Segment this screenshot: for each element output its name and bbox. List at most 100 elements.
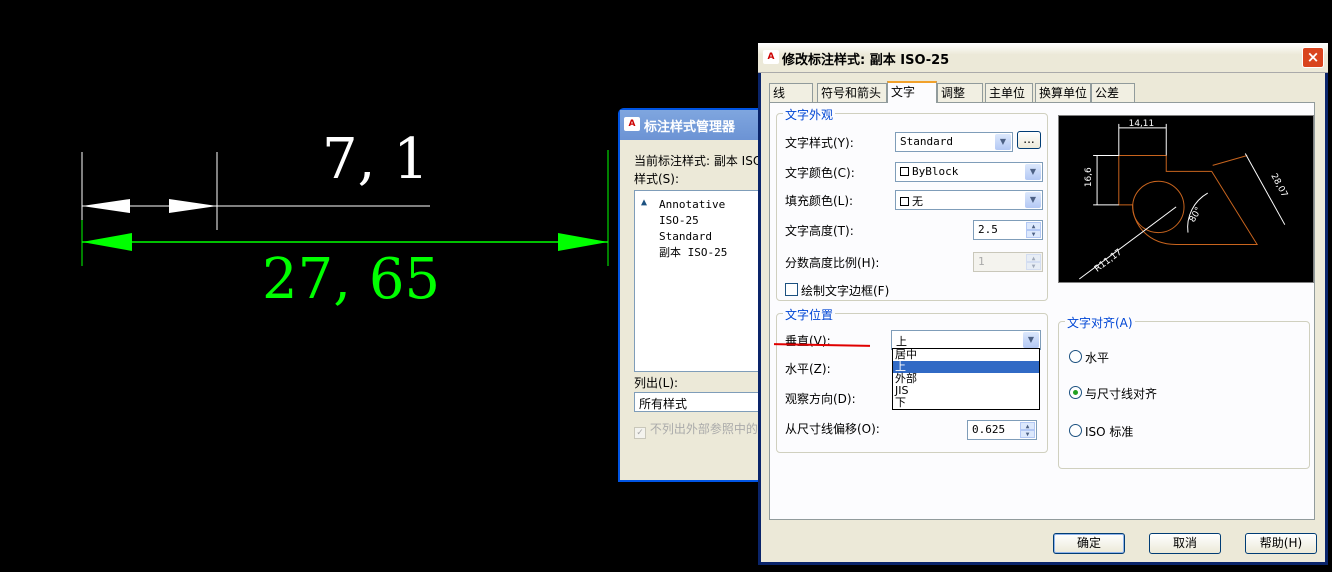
text-style-label: 文字样式(Y): (785, 136, 854, 150)
autocad-app-icon: A (763, 50, 779, 64)
fill-color-combo[interactable]: 无 ▼ (895, 190, 1043, 210)
fraction-scale-label: 分数高度比例(H): (785, 256, 880, 270)
preview-dim: R11,17 (1093, 248, 1124, 275)
fraction-scale-spinner: 1 ▲ ▼ (973, 252, 1043, 272)
chevron-down-icon: ▼ (1025, 164, 1041, 180)
align-iso-radio[interactable] (1069, 424, 1082, 437)
text-color-combo[interactable]: ByBlock ▼ (895, 162, 1043, 182)
draw-frame-label: 绘制文字边框(F) (801, 284, 890, 298)
style-item[interactable]: 副本 ISO-25 (659, 245, 773, 261)
text-placement-title: 文字位置 (783, 306, 836, 323)
text-color-value: ByBlock (912, 165, 959, 178)
tab-symbols-arrows[interactable]: 符号和箭头 (817, 83, 887, 102)
text-appearance-title: 文字外观 (783, 106, 836, 123)
text-alignment-title: 文字对齐(A) (1065, 314, 1135, 331)
dimension-style-manager-window: A 标注样式管理器 当前标注样式: 副本 ISO 样式(S): ▲ Annota… (618, 108, 774, 482)
cancel-button[interactable]: 取消 (1149, 533, 1221, 554)
text-alignment-group: 文字对齐(A) 水平 与尺寸线对齐 ISO 标准 (1058, 314, 1310, 469)
color-swatch-icon (900, 167, 909, 176)
tab-lines[interactable]: 线 (769, 83, 813, 102)
align-iso-label: ISO 标准 (1085, 425, 1134, 439)
text-height-label: 文字高度(T): (785, 224, 854, 238)
align-horizontal-radio[interactable] (1069, 350, 1082, 363)
style-item[interactable]: ISO-25 (659, 213, 773, 229)
offset-spinner[interactable]: 0.625 ▲ ▼ (967, 420, 1037, 440)
list-label: 列出(L): (634, 376, 679, 390)
text-tab-page: 文字外观 文字样式(Y): Standard ▼ ... 文字颜色(C): By… (769, 102, 1315, 520)
text-style-combo[interactable]: Standard ▼ (895, 132, 1013, 152)
align-horizontal-label: 水平 (1085, 351, 1110, 365)
spin-up-icon: ▲ (1026, 254, 1041, 262)
text-appearance-group: 文字外观 文字样式(Y): Standard ▼ ... 文字颜色(C): By… (776, 106, 1048, 301)
style-item[interactable]: Annotative (659, 197, 773, 213)
vertical-option[interactable]: 居中 (893, 349, 1039, 361)
spin-down-icon: ▼ (1026, 262, 1041, 270)
manager-titlebar: A 标注样式管理器 (620, 110, 766, 140)
spin-up-icon[interactable]: ▲ (1026, 222, 1041, 230)
dialog-titlebar: A 修改标注样式: 副本 ISO-25 × (758, 43, 1328, 73)
fraction-scale-value: 1 (978, 255, 985, 268)
tab-text[interactable]: 文字 (887, 81, 937, 103)
ok-button[interactable]: 确定 (1053, 533, 1125, 554)
view-direction-label: 观察方向(D): (785, 392, 856, 406)
fill-color-label: 填充颜色(L): (785, 194, 854, 208)
autocad-app-icon: A (624, 117, 640, 131)
align-with-dimline-radio[interactable] (1069, 386, 1082, 399)
spin-up-icon[interactable]: ▲ (1020, 422, 1035, 430)
manager-title: 标注样式管理器 (644, 120, 736, 135)
fill-color-value: 无 (912, 195, 923, 208)
styles-label: 样式(S): (634, 172, 680, 186)
arrow-green-left (82, 233, 132, 251)
preview-dim: 16,6 (1084, 167, 1094, 187)
styles-list[interactable]: ▲ Annotative ISO-25 Standard 副本 ISO-25 (634, 190, 774, 372)
vertical-option[interactable]: 外部 (893, 373, 1039, 385)
tab-tolerances[interactable]: 公差 (1091, 83, 1135, 102)
vertical-label: 垂直(V): (785, 334, 831, 348)
modify-dimension-style-dialog: A 修改标注样式: 副本 ISO-25 × 线 符号和箭头 文字 调整 主单位 … (758, 43, 1328, 565)
chevron-down-icon: ▼ (1023, 332, 1039, 348)
chevron-down-icon: ▼ (1025, 192, 1041, 208)
text-color-label: 文字颜色(C): (785, 166, 855, 180)
vertical-options-dropdown[interactable]: 居中 上 外部 JIS 下 (892, 348, 1040, 410)
tab-alternate-units[interactable]: 换算单位 (1035, 83, 1091, 102)
spin-down-icon[interactable]: ▼ (1020, 430, 1035, 438)
vertical-value: 上 (896, 335, 907, 348)
text-height-value: 2.5 (978, 223, 998, 236)
current-style-label: 当前标注样式: 副本 ISO (634, 154, 763, 168)
close-button[interactable]: × (1302, 47, 1324, 68)
dim-text-top: 7, 1 (322, 127, 429, 192)
draw-frame-checkbox[interactable] (785, 283, 798, 296)
style-preview: 14,11 16,6 28,07 80° R11,17 (1058, 115, 1314, 283)
preview-dim: 28,07 (1268, 172, 1289, 199)
vertical-option[interactable]: 下 (893, 397, 1039, 409)
preview-dim: 14,11 (1129, 119, 1154, 129)
arrow-green-right (558, 233, 608, 251)
align-with-dimline-label: 与尺寸线对齐 (1085, 387, 1158, 401)
dialog-title: 修改标注样式: 副本 ISO-25 (782, 53, 950, 68)
dim-text-bottom: 27, 65 (262, 247, 441, 312)
exclude-xref-label: 不列出外部参照中的 (649, 422, 758, 436)
arrow-white-left (82, 199, 130, 213)
offset-label: 从尺寸线偏移(O): (785, 422, 880, 436)
style-item[interactable]: Standard (659, 229, 773, 245)
exclude-xref-checkbox-row[interactable]: ✓ 不列出外部参照中的 (634, 420, 758, 439)
offset-value: 0.625 (972, 423, 1006, 436)
exclude-xref-check-icon: ✓ (634, 427, 646, 439)
vertical-option[interactable]: JIS (893, 385, 1039, 397)
close-icon: × (1306, 48, 1320, 66)
arrow-white-right (169, 199, 217, 213)
preview-dim: 80° (1188, 206, 1205, 225)
tab-primary-units[interactable]: 主单位 (985, 83, 1033, 102)
chevron-down-icon: ▼ (995, 134, 1011, 150)
help-button[interactable]: 帮助(H) (1245, 533, 1317, 554)
horizontal-label: 水平(Z): (785, 362, 831, 376)
spin-down-icon[interactable]: ▼ (1026, 230, 1041, 238)
vertical-combo[interactable]: 上 ▼ (891, 330, 1041, 350)
color-swatch-icon (900, 197, 909, 206)
annotative-icon: ▲ (641, 197, 648, 208)
text-style-value: Standard (900, 135, 953, 148)
tab-fit[interactable]: 调整 (937, 83, 983, 102)
text-height-spinner[interactable]: 2.5 ▲ ▼ (973, 220, 1043, 240)
list-filter-select[interactable]: 所有样式 (634, 392, 774, 412)
text-style-browse-button[interactable]: ... (1017, 131, 1041, 149)
